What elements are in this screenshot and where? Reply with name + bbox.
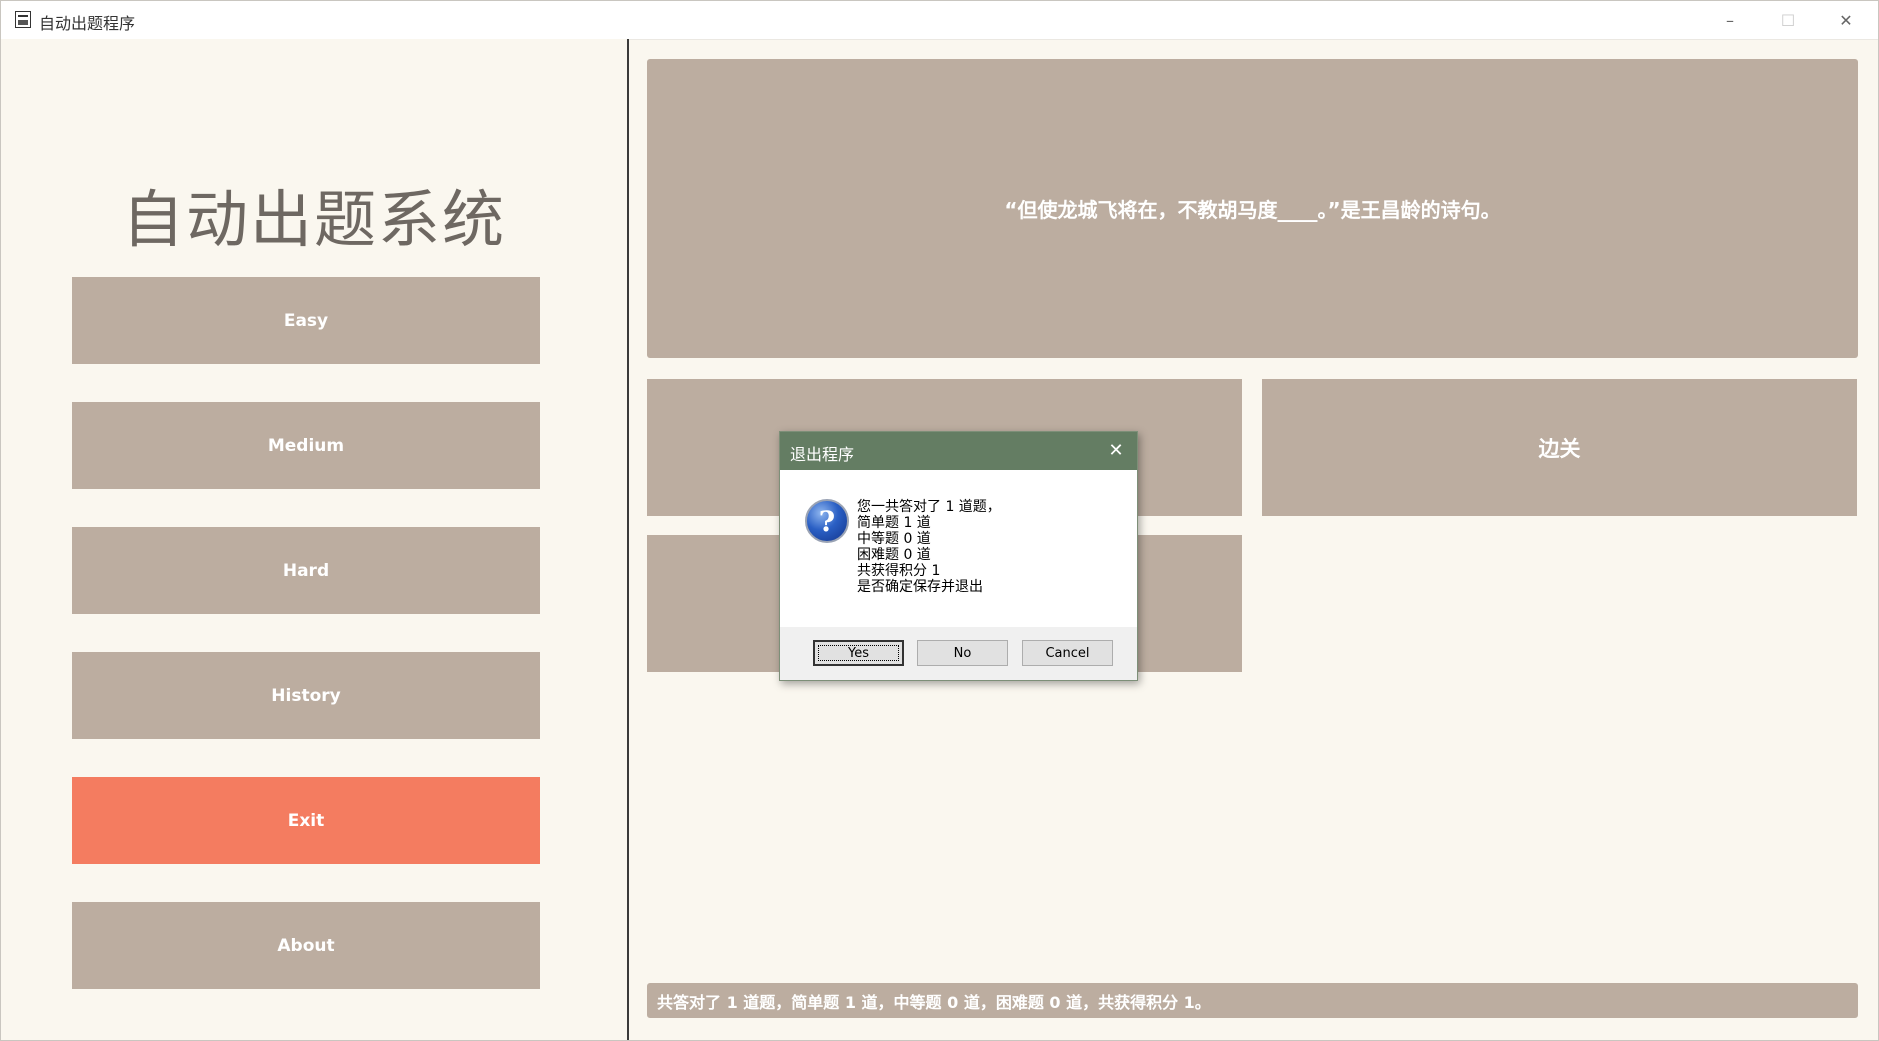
close-window-button[interactable]: ✕ [1817, 1, 1875, 39]
dialog-message-line: 简单题 1 道 [857, 515, 931, 531]
no-button[interactable]: No [917, 640, 1008, 666]
dialog-message-line: 中等题 0 道 [857, 531, 931, 547]
minimize-button[interactable]: – [1701, 1, 1759, 39]
exit-button[interactable]: Exit [72, 777, 540, 864]
medium-button[interactable]: Medium [72, 402, 540, 489]
dialog-message: 您一共答对了 1 道题， 简单题 1 道 中等题 0 道 困难题 0 道 共获得… [857, 499, 1001, 595]
dialog-footer: Yes No Cancel [780, 627, 1137, 680]
panel-divider [627, 39, 629, 1040]
maximize-button[interactable]: ☐ [1759, 1, 1817, 39]
window-title: 自动出题程序 [39, 14, 136, 33]
question-icon: ? [805, 499, 849, 543]
app-icon [15, 11, 31, 28]
dialog-message-line: 您一共答对了 1 道题， [857, 499, 1001, 515]
option-b-button[interactable]: 边关 [1262, 379, 1857, 516]
dialog-message-line: 共获得积分 1 [857, 563, 941, 579]
status-bar: 共答对了 1 道题，简单题 1 道，中等题 0 道，困难题 0 道，共获得积分 … [647, 983, 1858, 1018]
history-button[interactable]: History [72, 652, 540, 739]
exit-dialog: 退出程序 ✕ ? 您一共答对了 1 道题， 简单题 1 道 中等题 0 道 困难… [779, 431, 1138, 681]
easy-button[interactable]: Easy [72, 277, 540, 364]
dialog-body: ? 您一共答对了 1 道题， 简单题 1 道 中等题 0 道 困难题 0 道 共… [780, 470, 1137, 627]
question-box: “但使龙城飞将在，不教胡马度____。”是王昌龄的诗句。 [647, 59, 1858, 358]
title-bar[interactable]: 自动出题程序 – ☐ ✕ [1, 1, 1878, 40]
dialog-title-bar[interactable]: 退出程序 ✕ [780, 432, 1137, 470]
dialog-message-line: 困难题 0 道 [857, 547, 931, 563]
hard-button[interactable]: Hard [72, 527, 540, 614]
about-button[interactable]: About [72, 902, 540, 989]
dialog-message-line: 是否确定保存并退出 [857, 579, 983, 595]
app-window: 自动出题程序 – ☐ ✕ 自动出题系统 Easy Medium Hard His… [0, 0, 1879, 1041]
dialog-title: 退出程序 [790, 445, 855, 464]
dialog-close-icon[interactable]: ✕ [1103, 437, 1129, 463]
app-title: 自动出题系统 [121, 183, 506, 256]
cancel-button[interactable]: Cancel [1022, 640, 1113, 666]
yes-button[interactable]: Yes [813, 640, 904, 666]
